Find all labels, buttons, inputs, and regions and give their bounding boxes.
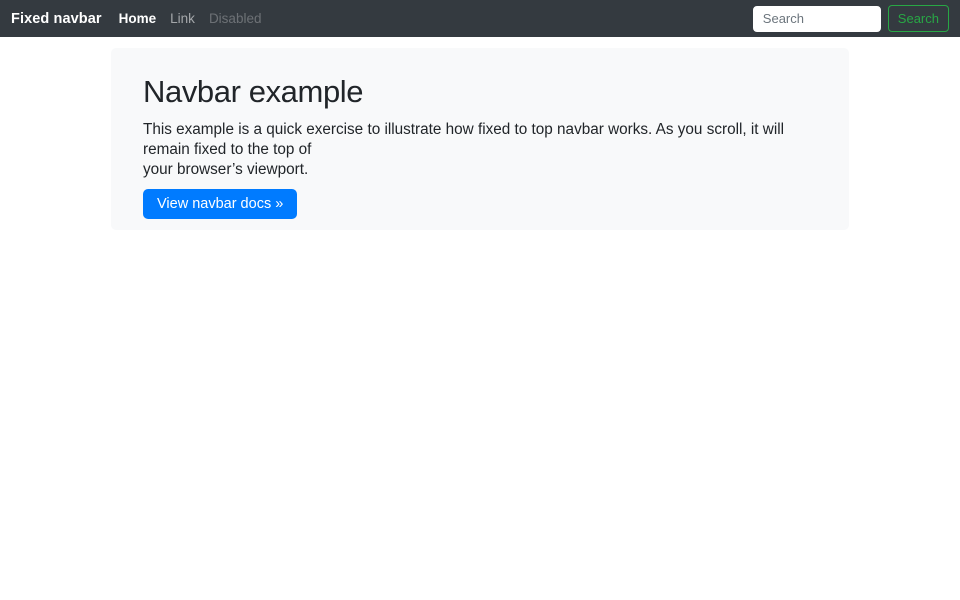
navbar-nav: Home Link Disabled bbox=[112, 11, 269, 26]
hero-description: This example is a quick exercise to illu… bbox=[143, 120, 817, 180]
nav-item-link[interactable]: Link bbox=[163, 11, 202, 26]
nav-item-disabled: Disabled bbox=[202, 11, 269, 26]
page-title: Navbar example bbox=[143, 73, 817, 110]
hero-description-line1: This example is a quick exercise to illu… bbox=[143, 121, 784, 158]
search-button[interactable]: Search bbox=[888, 5, 949, 32]
hero-panel: Navbar example This example is a quick e… bbox=[111, 48, 849, 230]
search-input[interactable] bbox=[753, 6, 881, 32]
view-navbar-docs-button[interactable]: View navbar docs » bbox=[143, 189, 297, 219]
top-navbar: Fixed navbar Home Link Disabled Search bbox=[0, 0, 960, 37]
nav-item-home[interactable]: Home bbox=[112, 11, 164, 26]
hero-description-line2: your browser’s viewport. bbox=[143, 161, 308, 178]
navbar-brand[interactable]: Fixed navbar bbox=[11, 11, 102, 27]
navbar-search-form: Search bbox=[753, 5, 949, 32]
